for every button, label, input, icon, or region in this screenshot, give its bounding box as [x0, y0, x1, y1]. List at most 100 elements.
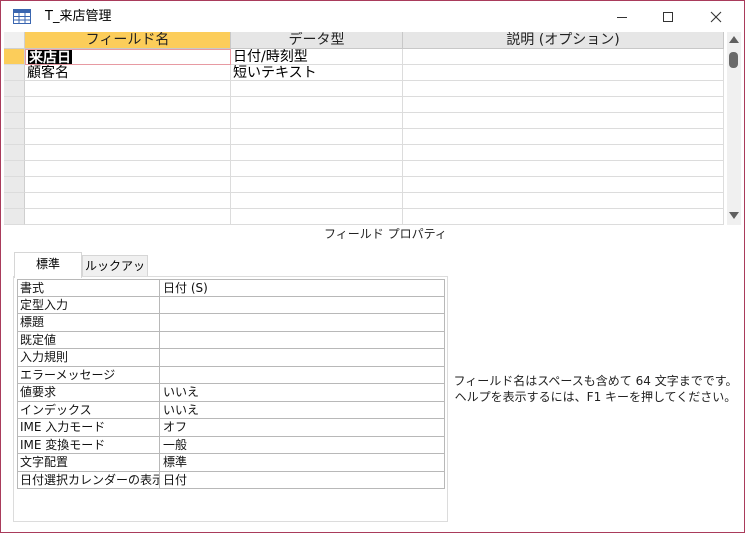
empty-cell[interactable] [231, 81, 403, 97]
empty-cell[interactable] [403, 145, 724, 161]
row-selector[interactable] [4, 161, 25, 177]
empty-cell[interactable] [25, 129, 231, 145]
help-line: フィールド名はスペースも含めて 64 文字までです。 [453, 374, 738, 388]
empty-row[interactable] [4, 193, 724, 209]
property-row[interactable]: 日付選択カレンダーの表示 日付 [17, 471, 445, 489]
scroll-thumb[interactable] [729, 52, 738, 68]
property-row[interactable]: 入力規則 [17, 349, 445, 367]
scroll-up-arrow-icon[interactable] [729, 36, 739, 43]
empty-cell[interactable] [25, 145, 231, 161]
row-selector[interactable] [4, 65, 25, 81]
empty-cell[interactable] [231, 145, 403, 161]
empty-row[interactable] [4, 97, 724, 113]
property-value-field[interactable] [160, 314, 444, 331]
row-selector[interactable] [4, 145, 25, 161]
grid-corner[interactable] [4, 32, 25, 49]
empty-row[interactable] [4, 177, 724, 193]
row-selector[interactable] [4, 81, 25, 97]
description-cell[interactable] [403, 65, 724, 81]
row-selector[interactable] [4, 129, 25, 145]
property-row[interactable]: 書式 日付 (S) [17, 279, 445, 297]
scroll-down-arrow-icon[interactable] [729, 212, 739, 219]
property-row[interactable]: IME 変換モード 一般 [17, 436, 445, 454]
empty-cell[interactable] [25, 97, 231, 113]
minimize-button[interactable] [599, 1, 645, 33]
table-row[interactable]: 顧客名 短いテキスト [4, 65, 724, 81]
empty-cell[interactable] [231, 161, 403, 177]
column-header-data-type[interactable]: データ型 [231, 32, 403, 49]
empty-cell[interactable] [403, 129, 724, 145]
empty-cell[interactable] [231, 193, 403, 209]
field-name-cell[interactable]: 顧客名 [25, 65, 231, 81]
property-value-field[interactable]: オフ [160, 419, 444, 436]
property-label: 日付選択カレンダーの表示 [20, 471, 160, 488]
empty-row[interactable] [4, 161, 724, 177]
empty-cell[interactable] [403, 209, 724, 225]
row-selector[interactable] [4, 97, 25, 113]
empty-row[interactable] [4, 209, 724, 225]
empty-cell[interactable] [403, 161, 724, 177]
tab-lookup[interactable]: ルックアップ [82, 255, 148, 293]
property-value-field[interactable]: 標準 [160, 454, 444, 471]
property-value-field[interactable] [160, 349, 444, 366]
property-value-field[interactable]: いいえ [160, 384, 444, 401]
property-value-field[interactable]: 一般 [160, 437, 444, 454]
data-type-cell[interactable]: 日付/時刻型 [231, 49, 403, 65]
property-value-field[interactable] [160, 367, 444, 384]
table-row[interactable]: 来店日 日付/時刻型 [4, 49, 724, 65]
property-value-field[interactable]: いいえ [160, 402, 444, 419]
field-name-cell[interactable]: 来店日 [25, 49, 231, 65]
empty-cell[interactable] [231, 209, 403, 225]
empty-cell[interactable] [403, 113, 724, 129]
empty-cell[interactable] [231, 97, 403, 113]
tab-general[interactable]: 標準 [14, 252, 82, 278]
property-row[interactable]: IME 入力モード オフ [17, 419, 445, 437]
row-selector[interactable] [4, 193, 25, 209]
empty-row[interactable] [4, 129, 724, 145]
empty-row[interactable] [4, 113, 724, 129]
property-row[interactable]: 値要求 いいえ [17, 384, 445, 402]
property-label: IME 入力モード [18, 419, 160, 436]
property-row[interactable]: 標題 [17, 314, 445, 332]
maximize-button[interactable] [645, 1, 691, 33]
empty-cell[interactable] [25, 161, 231, 177]
property-label: IME 変換モード [18, 436, 160, 453]
property-row[interactable]: 既定値 [17, 331, 445, 349]
column-header-description[interactable]: 説明 (オプション) [403, 32, 724, 49]
empty-cell[interactable] [403, 193, 724, 209]
row-selector-current[interactable] [4, 49, 25, 65]
empty-cell[interactable] [403, 81, 724, 97]
column-header-field-name[interactable]: フィールド名 [25, 32, 231, 49]
property-value-field[interactable] [160, 297, 444, 314]
property-row[interactable]: インデックス いいえ [17, 401, 445, 419]
property-row[interactable]: 文字配置 標準 [17, 454, 445, 472]
grid-rows: 来店日 日付/時刻型 顧客名 短いテキスト [4, 49, 724, 225]
property-row[interactable]: エラーメッセージ [17, 366, 445, 384]
empty-cell[interactable] [403, 97, 724, 113]
property-value-field[interactable] [160, 332, 444, 349]
row-selector[interactable] [4, 113, 25, 129]
row-selector[interactable] [4, 177, 25, 193]
property-value-field[interactable]: 日付 [160, 472, 444, 489]
help-text: フィールド名はスペースも含めて 64 文字までです。 ヘルプを表示するには、F1… [453, 373, 738, 405]
empty-cell[interactable] [231, 177, 403, 193]
empty-cell[interactable] [25, 209, 231, 225]
empty-cell[interactable] [25, 177, 231, 193]
empty-cell[interactable] [231, 113, 403, 129]
vertical-scrollbar[interactable] [727, 32, 741, 225]
close-button[interactable] [693, 1, 739, 33]
empty-cell[interactable] [25, 81, 231, 97]
description-cell[interactable] [403, 49, 724, 65]
row-selector[interactable] [4, 209, 25, 225]
data-type-cell[interactable]: 短いテキスト [231, 65, 403, 81]
empty-cell[interactable] [231, 129, 403, 145]
empty-row[interactable] [4, 81, 724, 97]
property-value-field[interactable]: 日付 (S) [160, 280, 444, 296]
field-properties-title: フィールド プロパティ [324, 227, 447, 241]
empty-cell[interactable] [25, 193, 231, 209]
property-label: 標題 [18, 314, 160, 331]
empty-cell[interactable] [25, 113, 231, 129]
empty-row[interactable] [4, 145, 724, 161]
property-row[interactable]: 定型入力 [17, 296, 445, 314]
empty-cell[interactable] [403, 177, 724, 193]
